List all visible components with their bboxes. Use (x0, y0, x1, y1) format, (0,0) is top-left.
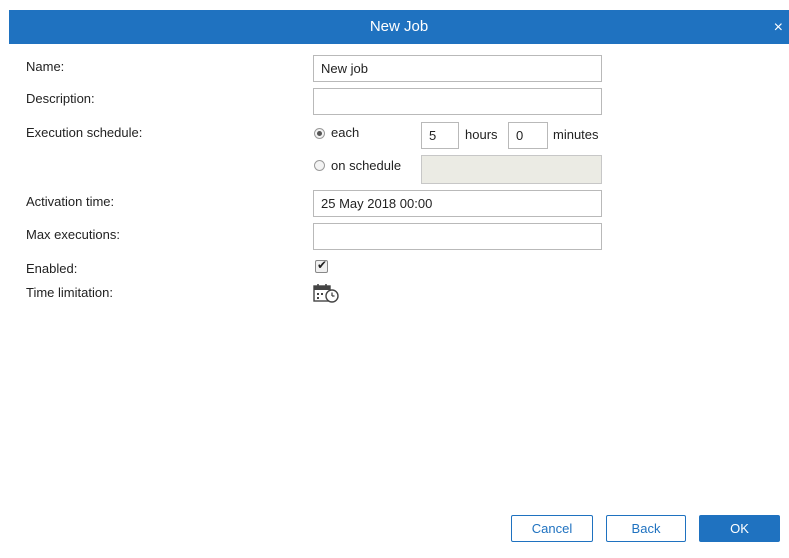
dialog-title: New Job (369, 18, 429, 35)
activation-time-label: Activation time: (26, 194, 115, 209)
calendar-clock-icon[interactable] (313, 283, 339, 303)
each-radio[interactable] (314, 128, 325, 139)
cancel-button[interactable]: Cancel (511, 515, 593, 542)
name-input[interactable] (313, 55, 602, 82)
on-schedule-radio-label: on schedule (331, 158, 402, 173)
activation-time-input[interactable] (313, 190, 602, 217)
ok-button[interactable]: OK (699, 515, 780, 542)
new-job-dialog: New Job × Name: Description: Execution s… (0, 0, 789, 558)
enabled-label: Enabled: (26, 261, 78, 276)
time-limitation-label: Time limitation: (26, 285, 113, 300)
hours-unit-label: hours (465, 127, 498, 142)
each-radio-label: each (331, 125, 360, 140)
hours-input[interactable] (421, 122, 459, 149)
close-icon[interactable]: × (774, 10, 783, 46)
schedule-input[interactable] (421, 155, 602, 184)
name-label: Name: (26, 59, 65, 74)
max-executions-label: Max executions: (26, 227, 120, 242)
execution-schedule-label: Execution schedule: (26, 125, 143, 140)
enabled-checkbox[interactable]: ✔ (315, 258, 328, 273)
check-icon: ✔ (317, 258, 328, 272)
dialog-titlebar: New Job × (9, 10, 789, 44)
minutes-input[interactable] (508, 122, 548, 149)
on-schedule-radio[interactable] (314, 160, 325, 171)
minutes-unit-label: minutes (553, 127, 599, 142)
description-label: Description: (26, 91, 95, 106)
back-button[interactable]: Back (606, 515, 686, 542)
max-executions-input[interactable] (313, 223, 602, 250)
description-input[interactable] (313, 88, 602, 115)
